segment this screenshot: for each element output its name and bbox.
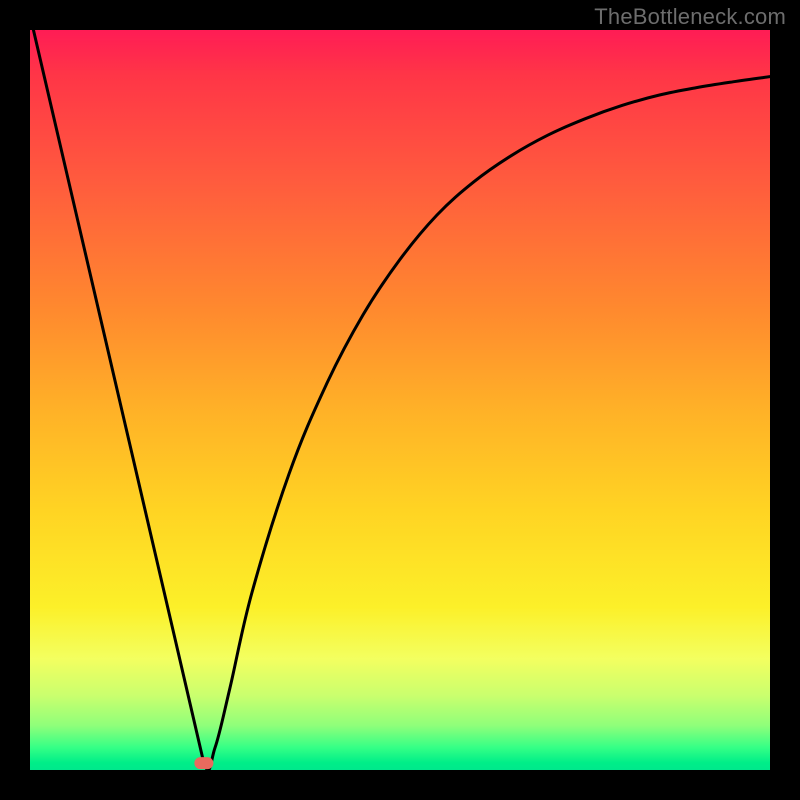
plot-area bbox=[30, 30, 770, 770]
curve-svg bbox=[30, 30, 770, 770]
chart-frame: TheBottleneck.com bbox=[0, 0, 800, 800]
watermark-text: TheBottleneck.com bbox=[594, 4, 786, 30]
optimal-point-marker bbox=[194, 757, 213, 769]
curve-path bbox=[30, 30, 770, 770]
